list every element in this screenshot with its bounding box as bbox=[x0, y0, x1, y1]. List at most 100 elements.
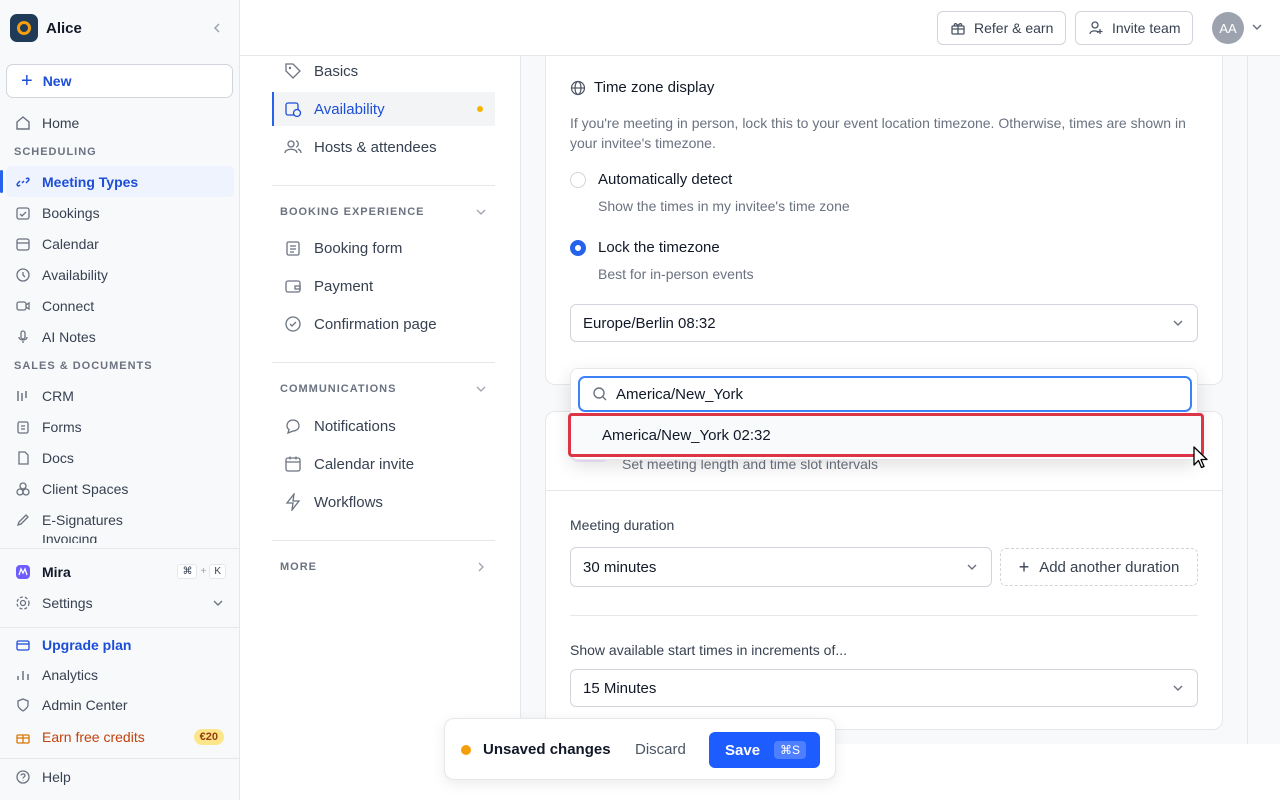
radio-button[interactable] bbox=[570, 172, 586, 188]
invite-team-button[interactable]: Invite team bbox=[1075, 11, 1194, 45]
sidebar-item-home[interactable]: Home bbox=[0, 107, 240, 138]
new-button[interactable]: + New bbox=[6, 64, 233, 98]
subnav-item-basics[interactable]: Basics bbox=[272, 54, 495, 88]
collapse-sidebar-icon[interactable] bbox=[207, 18, 227, 38]
subnav-item-notifications[interactable]: Notifications bbox=[272, 409, 495, 443]
calendar-icon bbox=[14, 235, 32, 253]
timezone-card: Time zone display If you're meeting in p… bbox=[545, 56, 1223, 385]
chevron-down-icon bbox=[475, 383, 487, 395]
sidebar-item-settings[interactable]: Settings bbox=[0, 587, 240, 618]
timezone-select-value: Europe/Berlin 08:32 bbox=[583, 314, 716, 332]
radio-auto-detect[interactable]: Automatically detect Show the times in m… bbox=[570, 171, 850, 214]
subnav-item-hosts[interactable]: Hosts & attendees bbox=[272, 130, 495, 164]
chevron-down-icon[interactable] bbox=[1250, 20, 1264, 34]
sidebar-item-label: Bookings bbox=[42, 204, 100, 221]
sidebar-item-label: Invoicing bbox=[42, 535, 98, 543]
workspace-name[interactable]: Alice bbox=[46, 20, 207, 37]
timezone-search-input[interactable]: America/New_York bbox=[578, 376, 1192, 412]
subnav-item-confirmation[interactable]: Confirmation page bbox=[272, 307, 495, 341]
sidebar-item-crm[interactable]: CRM bbox=[0, 380, 240, 411]
sidebar-item-label: AI Notes bbox=[42, 328, 96, 345]
sidebar-item-earn-credits[interactable]: Earn free credits €20 bbox=[0, 720, 240, 754]
sidebar-item-bookings[interactable]: Bookings bbox=[0, 197, 240, 228]
sidebar-nav-account: Upgrade plan Analytics Admin Center Earn… bbox=[0, 629, 240, 754]
sidebar-item-admin-center[interactable]: Admin Center bbox=[0, 690, 240, 720]
scroll-edge bbox=[1247, 56, 1248, 744]
sidebar-item-label: Earn free credits bbox=[42, 729, 145, 745]
sidebar-item-label: E-Signatures bbox=[42, 511, 123, 528]
save-shortcut: ⌘S bbox=[774, 741, 807, 759]
subnav-item-availability[interactable]: Availability bbox=[272, 92, 495, 126]
chevron-right-icon bbox=[475, 561, 487, 573]
meeting-duration-select[interactable]: 30 minutes bbox=[570, 547, 992, 587]
chevron-down-icon bbox=[212, 597, 224, 609]
sidebar-item-upgrade[interactable]: Upgrade plan bbox=[0, 629, 240, 660]
meeting-duration-value: 30 minutes bbox=[583, 558, 657, 576]
increments-label: Show available start times in increments… bbox=[570, 642, 848, 658]
check-circle-icon bbox=[284, 315, 302, 333]
sales-section-label: SALES & DOCUMENTS bbox=[14, 360, 153, 372]
avatar[interactable]: AA bbox=[1212, 12, 1244, 44]
sidebar-item-connect[interactable]: Connect bbox=[0, 290, 240, 321]
more-section[interactable]: MORE bbox=[280, 557, 487, 577]
chevron-down-icon bbox=[965, 560, 979, 574]
unsaved-changes-bar: Unsaved changes Discard Save ⌘S bbox=[444, 718, 836, 780]
help-icon bbox=[14, 768, 32, 786]
sidebar-item-label: Client Spaces bbox=[42, 480, 129, 497]
sidebar-item-invoicing[interactable]: Invoicing bbox=[0, 535, 240, 543]
shortcut-key: ⌘ bbox=[177, 564, 198, 579]
calendar-clock-icon bbox=[284, 100, 302, 118]
plus-icon: + bbox=[1018, 556, 1030, 577]
increments-value: 15 Minutes bbox=[583, 679, 657, 697]
card-divider bbox=[546, 490, 1222, 491]
sidebar-item-help[interactable]: Help bbox=[0, 761, 240, 792]
add-duration-button[interactable]: + Add another duration bbox=[1000, 548, 1198, 586]
gear-icon bbox=[14, 594, 32, 612]
subnav-item-payment[interactable]: Payment bbox=[272, 269, 495, 303]
sidebar-item-availability[interactable]: Availability bbox=[0, 259, 240, 290]
top-bar: Refer & earn Invite team AA bbox=[240, 0, 1280, 56]
sidebar-item-label: Meeting Types bbox=[42, 173, 139, 190]
sidebar-item-label: CRM bbox=[42, 387, 74, 404]
app-logo[interactable] bbox=[10, 14, 38, 42]
sidebar-item-client-spaces[interactable]: Client Spaces bbox=[0, 473, 240, 504]
invoice-icon bbox=[14, 535, 32, 543]
increments-select[interactable]: 15 Minutes bbox=[570, 669, 1198, 707]
chevron-down-icon bbox=[475, 206, 487, 218]
refer-earn-label: Refer & earn bbox=[974, 20, 1054, 36]
sidebar-nav: Home SCHEDULING Meeting Types Bookings C… bbox=[0, 107, 240, 543]
subnav-item-booking-form[interactable]: Booking form bbox=[272, 231, 495, 265]
discard-button[interactable]: Discard bbox=[635, 741, 686, 758]
timezone-option[interactable]: America/New_York 02:32 bbox=[568, 413, 1204, 457]
save-button[interactable]: Save ⌘S bbox=[709, 732, 820, 768]
shortcut-key: K bbox=[209, 564, 226, 579]
sidebar-item-analytics[interactable]: Analytics bbox=[0, 660, 240, 690]
sidebar-item-ai-notes[interactable]: AI Notes bbox=[0, 321, 240, 352]
subnav-item-calendar-invite[interactable]: Calendar invite bbox=[272, 447, 495, 481]
sidebar-item-meeting-types[interactable]: Meeting Types bbox=[0, 166, 234, 197]
radio-lock-timezone[interactable]: Lock the timezone Best for in-person eve… bbox=[570, 239, 754, 282]
new-button-label: New bbox=[42, 73, 72, 89]
sidebar-item-label: Home bbox=[42, 114, 80, 131]
sidebar-item-docs[interactable]: Docs bbox=[0, 442, 240, 473]
section-label: MORE bbox=[280, 561, 317, 573]
refer-earn-button[interactable]: Refer & earn bbox=[937, 11, 1067, 45]
sidebar-item-label: Settings bbox=[42, 594, 93, 611]
tag-icon bbox=[284, 62, 302, 80]
timezone-select[interactable]: Europe/Berlin 08:32 bbox=[570, 304, 1198, 342]
microphone-icon bbox=[14, 328, 32, 346]
sidebar-item-forms[interactable]: Forms bbox=[0, 411, 240, 442]
sidebar: Alice + New Home SCHEDULING Meeting Types… bbox=[0, 0, 240, 800]
sidebar-item-calendar[interactable]: Calendar bbox=[0, 228, 240, 259]
document-icon bbox=[14, 449, 32, 467]
shield-user-icon bbox=[14, 696, 32, 714]
sidebar-item-label: Connect bbox=[42, 297, 95, 314]
communications-section[interactable]: COMMUNICATIONS bbox=[280, 379, 487, 399]
booking-experience-section[interactable]: BOOKING EXPERIENCE bbox=[280, 202, 487, 222]
subnav-item-workflows[interactable]: Workflows bbox=[272, 485, 495, 519]
radio-button-selected[interactable] bbox=[570, 240, 586, 256]
section-label: COMMUNICATIONS bbox=[280, 383, 397, 395]
sidebar-item-e-signatures[interactable]: E-Signatures bbox=[0, 504, 240, 535]
clipboard-icon bbox=[14, 418, 32, 436]
sidebar-item-mira[interactable]: Mira ⌘ + K bbox=[0, 556, 240, 587]
